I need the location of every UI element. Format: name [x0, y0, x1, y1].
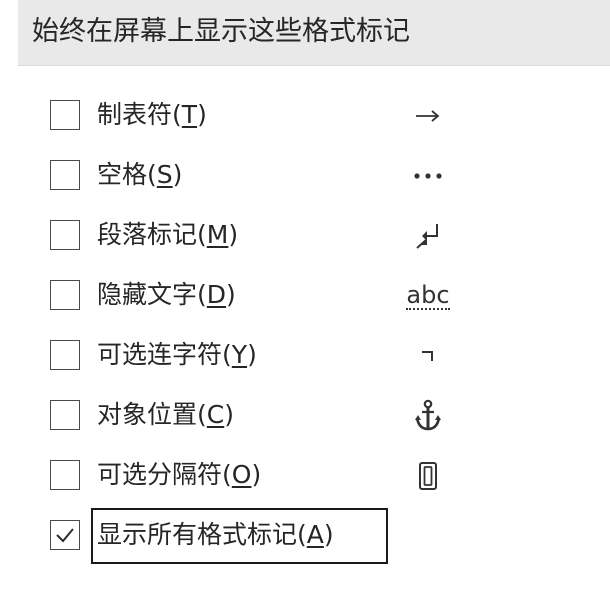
section-header: 始终在屏幕上显示这些格式标记	[18, 0, 610, 66]
hidden-text-icon: abc	[400, 278, 456, 314]
option-tab-characters[interactable]: 制表符(T)	[0, 88, 610, 144]
access-key: C	[206, 400, 225, 429]
option-spaces[interactable]: 空格(S)	[0, 148, 610, 204]
option-hidden-text[interactable]: 隐藏文字(D) abc	[0, 268, 610, 324]
tab-arrow-icon	[400, 98, 456, 134]
checkbox-object-anchors[interactable]	[50, 400, 80, 430]
label-paragraph-marks[interactable]: 段落标记(M)	[97, 218, 238, 252]
checkbox-show-all-formatting-marks[interactable]	[50, 520, 80, 550]
formatting-marks-panel: 始终在屏幕上显示这些格式标记 制表符(T) 空格(S) 段落标记(M) 隐藏文字…	[0, 0, 610, 594]
space-dots-icon	[400, 158, 456, 194]
keyboard-focus-outline	[91, 508, 388, 564]
label-optional-breaks[interactable]: 可选分隔符(O)	[97, 458, 261, 492]
option-paragraph-marks[interactable]: 段落标记(M)	[0, 208, 610, 264]
access-key: M	[206, 220, 229, 249]
checkbox-tab-characters[interactable]	[50, 100, 80, 130]
label-optional-hyphens[interactable]: 可选连字符(Y)	[97, 338, 257, 372]
checkbox-hidden-text[interactable]	[50, 280, 80, 310]
option-object-anchors[interactable]: 对象位置(C)	[0, 388, 610, 444]
checkbox-optional-breaks[interactable]	[50, 460, 80, 490]
access-key: Y	[231, 340, 248, 369]
label-spaces[interactable]: 空格(S)	[97, 158, 182, 192]
paragraph-mark-icon	[400, 218, 456, 254]
access-key: T	[181, 100, 198, 129]
access-key: D	[206, 280, 227, 309]
label-hidden-text[interactable]: 隐藏文字(D)	[97, 278, 236, 312]
label-tab-characters[interactable]: 制表符(T)	[97, 98, 207, 132]
access-key: S	[156, 160, 173, 189]
label-object-anchors[interactable]: 对象位置(C)	[97, 398, 234, 432]
section-title: 始终在屏幕上显示这些格式标记	[32, 16, 410, 47]
hidden-text-sample: abc	[406, 281, 450, 310]
access-key: O	[231, 460, 252, 489]
anchor-icon	[400, 398, 456, 434]
checkbox-spaces[interactable]	[50, 160, 80, 190]
optional-hyphen-icon	[400, 338, 456, 374]
optional-break-icon	[400, 458, 456, 494]
option-optional-hyphens[interactable]: 可选连字符(Y)	[0, 328, 610, 384]
checkmark-icon	[56, 528, 74, 543]
checkbox-paragraph-marks[interactable]	[50, 220, 80, 250]
checkbox-optional-hyphens[interactable]	[50, 340, 80, 370]
option-optional-breaks[interactable]: 可选分隔符(O)	[0, 448, 610, 504]
